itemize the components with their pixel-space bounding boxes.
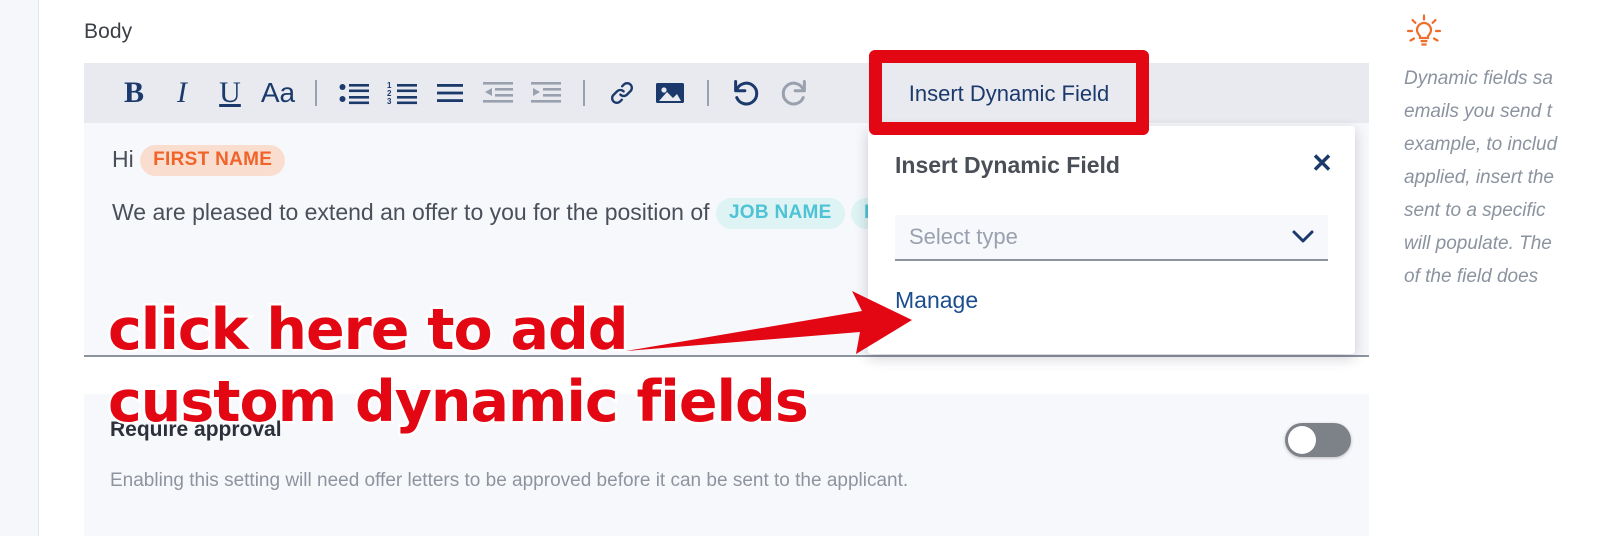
outdent-button[interactable]: [474, 69, 522, 117]
dynamic-fields-tip-panel: Dynamic fields sa emails you send t exam…: [1386, 0, 1622, 536]
toolbar-separator: [583, 80, 585, 106]
undo-icon: [734, 79, 759, 106]
offer-text: We are pleased to extend an offer to you…: [112, 199, 710, 225]
close-icon[interactable]: ✕: [1305, 146, 1339, 180]
indent-button[interactable]: [522, 69, 570, 117]
popup-title: Insert Dynamic Field: [895, 152, 1120, 178]
font-size-button[interactable]: Aa: [254, 69, 302, 117]
select-type-dropdown[interactable]: Select type: [895, 215, 1328, 261]
dynamic-fields-tip-text: Dynamic fields sa emails you send t exam…: [1404, 68, 1558, 287]
dynamic-field-chip-first-name[interactable]: FIRST NAME: [140, 145, 286, 176]
image-icon: [656, 83, 684, 103]
link-icon: [611, 82, 633, 104]
align-button[interactable]: [426, 69, 474, 117]
require-approval-section: Require approval Enabling this setting w…: [84, 394, 1369, 536]
dynamic-field-chip-job-name[interactable]: JOB NAME: [715, 198, 845, 229]
image-button[interactable]: [646, 69, 694, 117]
toolbar-separator: [315, 80, 317, 106]
greeting-text: Hi: [112, 146, 134, 172]
outdent-icon: [483, 82, 513, 103]
bulleted-list-button[interactable]: [330, 69, 378, 117]
manage-link[interactable]: Manage: [895, 287, 978, 314]
redo-button[interactable]: [770, 69, 818, 117]
link-button[interactable]: [598, 69, 646, 117]
insert-dynamic-field-button[interactable]: Insert Dynamic Field: [891, 72, 1127, 115]
toolbar-separator: [707, 80, 709, 106]
italic-button[interactable]: I: [158, 69, 206, 117]
redo-icon: [781, 79, 806, 106]
svg-text:3: 3: [387, 97, 392, 105]
bulleted-list-icon: [339, 84, 369, 105]
align-icon: [437, 84, 463, 102]
numbered-list-icon: 1 2 3: [387, 81, 417, 105]
chevron-down-icon: [1288, 225, 1318, 254]
undo-button[interactable]: [722, 69, 770, 117]
toggle-knob: [1288, 426, 1316, 454]
insert-dynamic-field-popup: Insert Dynamic Field ✕ Select type Manag…: [868, 126, 1355, 354]
section-divider: [84, 355, 1369, 357]
lightbulb-idea-icon: [1404, 12, 1444, 52]
bold-button[interactable]: B: [110, 69, 158, 117]
collapsed-navigation-rail: [0, 0, 39, 536]
numbered-list-button[interactable]: 1 2 3: [378, 69, 426, 117]
indent-icon: [531, 82, 561, 103]
underline-button[interactable]: U: [206, 69, 254, 117]
select-type-placeholder: Select type: [909, 224, 1018, 249]
require-approval-title: Require approval: [110, 418, 282, 441]
body-field-label: Body: [84, 20, 133, 43]
require-approval-description: Enabling this setting will need offer le…: [110, 470, 909, 491]
require-approval-toggle[interactable]: [1285, 423, 1351, 457]
editor-toolbar: B I U Aa 1 2 3: [84, 63, 1369, 123]
